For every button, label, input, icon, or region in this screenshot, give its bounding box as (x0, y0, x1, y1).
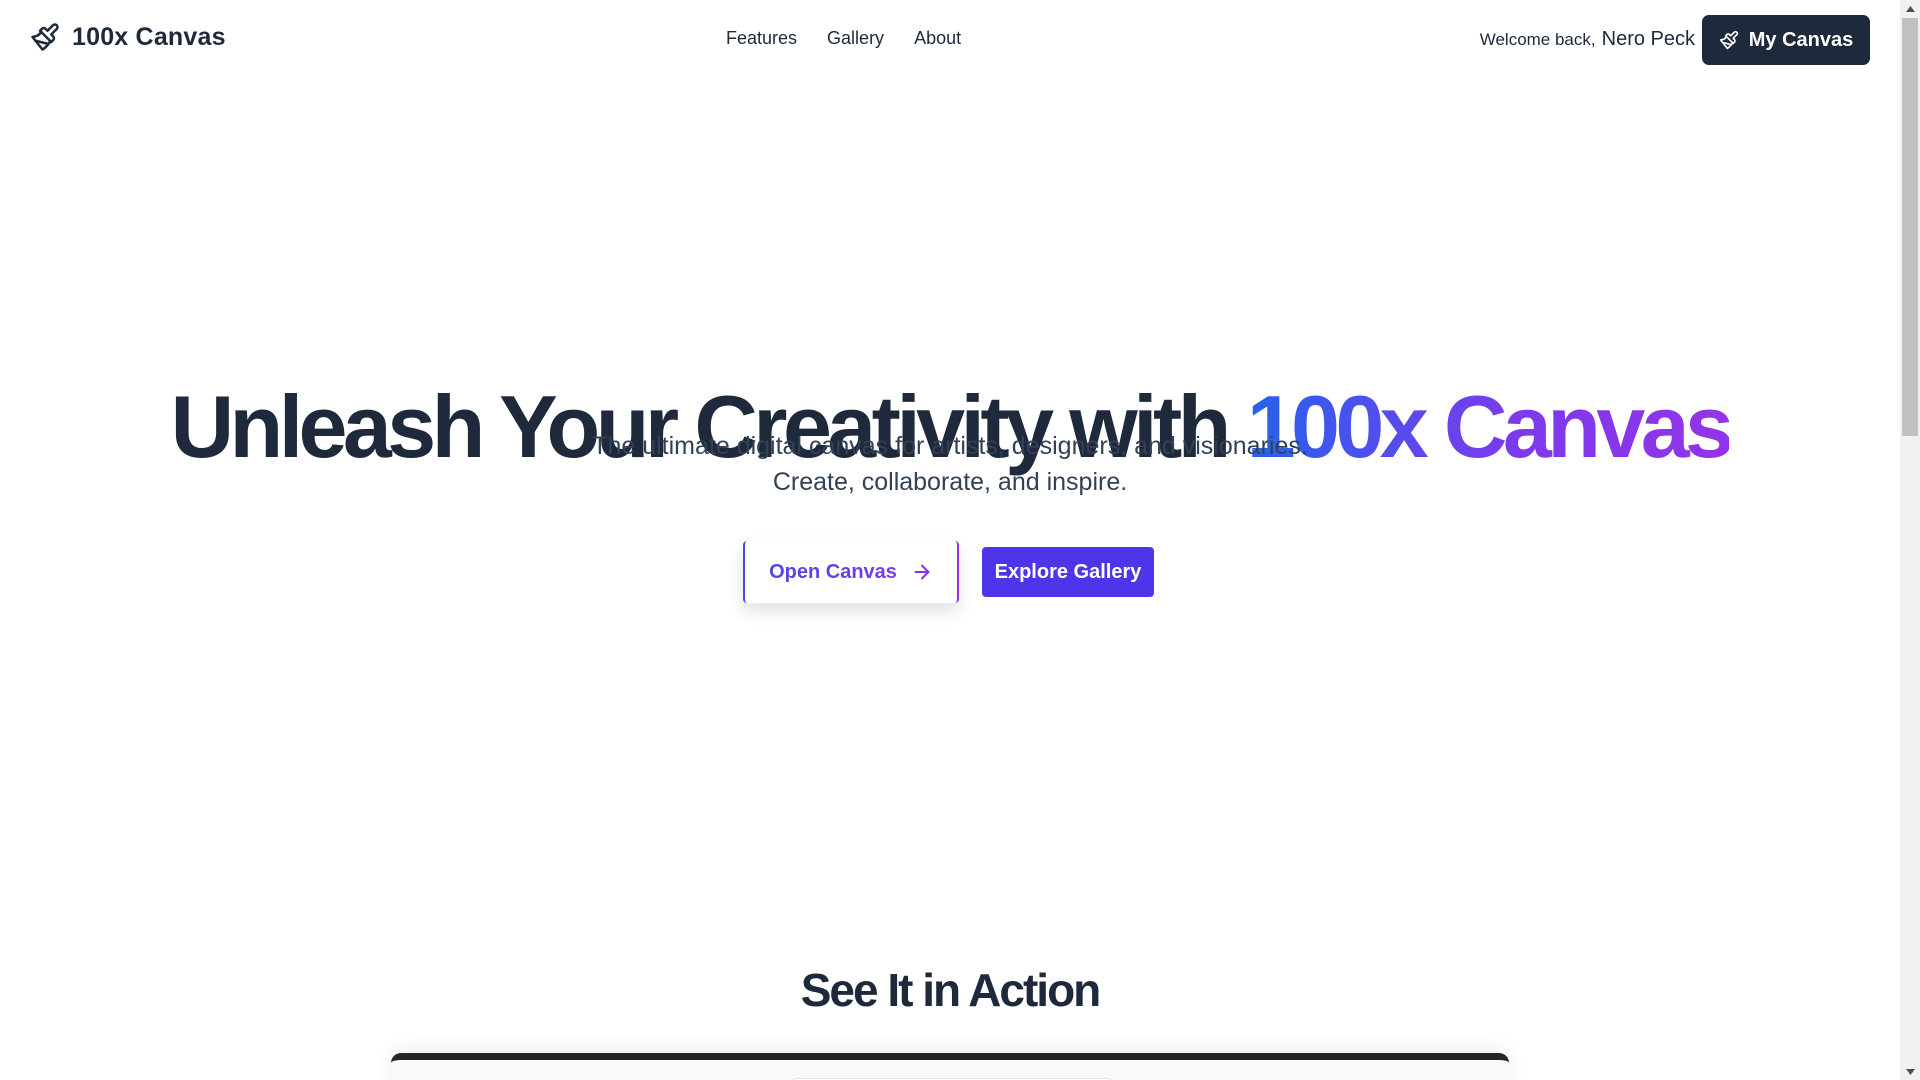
nav-link-features[interactable]: Features (726, 28, 797, 49)
explore-gallery-button[interactable]: Explore Gallery (982, 547, 1154, 597)
welcome-text: Welcome back, (1479, 30, 1596, 49)
arrow-right-icon (914, 564, 930, 580)
open-canvas-label: Open Canvas (769, 560, 897, 583)
viewport: 100x Canvas Features Gallery About Welco… (0, 0, 1900, 1080)
nav-link-gallery[interactable]: Gallery (827, 28, 884, 49)
vertical-scrollbar[interactable] (1900, 0, 1920, 1080)
page: 100x Canvas Features Gallery About Welco… (0, 0, 1920, 1080)
scrollbar-thumb[interactable] (1902, 18, 1918, 436)
demo-preview-frame (391, 1053, 1509, 1080)
brand-name: 100x Canvas (72, 22, 226, 51)
scroll-up-arrow[interactable] (1900, 0, 1920, 17)
triangle-down-icon (1905, 1068, 1915, 1075)
site-header: 100x Canvas Features Gallery About Welco… (0, 0, 1900, 80)
my-canvas-label: My Canvas (1748, 28, 1854, 51)
welcome-message: Welcome back, Nero Peck (1480, 28, 1695, 51)
user-name: Nero Peck (1601, 28, 1695, 50)
scroll-down-arrow[interactable] (1900, 1063, 1920, 1080)
paintbrush-icon (1719, 30, 1738, 50)
my-canvas-button[interactable]: My Canvas (1702, 15, 1870, 65)
hero-subtitle: The ultimate digital canvas for artists,… (592, 432, 1308, 496)
triangle-up-icon (1905, 5, 1915, 12)
paintbrush-icon (31, 23, 59, 51)
section-title: See It in Action (800, 964, 1102, 1016)
brand-link[interactable]: 100x Canvas (30, 22, 226, 52)
main-nav: Features Gallery About (726, 28, 961, 49)
hero-actions: Open Canvas Explore Gallery (0, 541, 1900, 603)
open-canvas-button[interactable]: Open Canvas (743, 541, 959, 603)
nav-link-about[interactable]: About (914, 28, 961, 49)
